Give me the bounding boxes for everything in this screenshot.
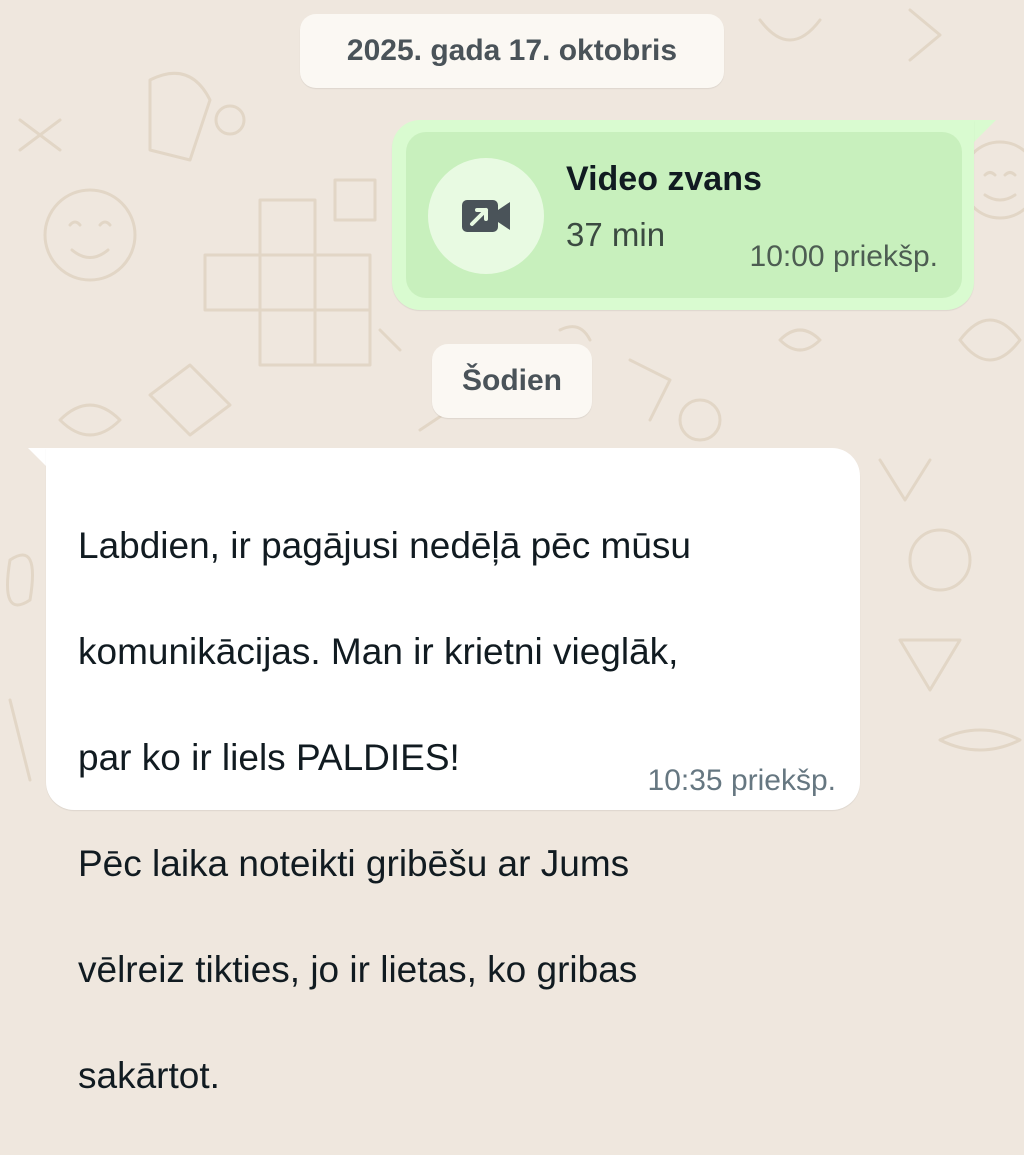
call-title: Video zvans [566, 160, 762, 198]
call-duration: 37 min [566, 216, 666, 253]
message-line: vēlreiz tikties, jo ir lietas, ko gribas [78, 949, 638, 990]
message-line: sakārtot. [78, 1055, 220, 1096]
message-timestamp: 10:35 priekšp. [647, 764, 836, 797]
today-separator: Šodien [432, 344, 592, 418]
message-line: komunikācijas. Man ir krietni vieglāk, [78, 631, 679, 672]
date-separator: 2025. gada 17. oktobris [300, 14, 724, 88]
call-timestamp: 10:00 priekšp. [749, 240, 938, 273]
outgoing-video-call-icon [462, 200, 510, 232]
message-text: Labdien, ir pagājusi nedēļā pēc mūsu kom… [78, 466, 858, 1155]
video-call-icon-badge [428, 158, 544, 274]
message-line: Pēc laika noteikti gribēšu ar Jums [78, 843, 630, 884]
message-line: Labdien, ir pagājusi nedēļā pēc mūsu [78, 525, 691, 566]
